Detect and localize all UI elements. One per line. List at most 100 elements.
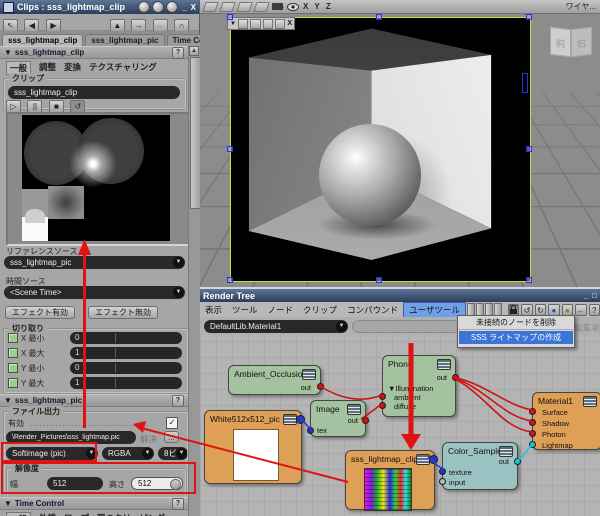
width-field[interactable]: 512: [47, 477, 103, 490]
crop-xmin-slider[interactable]: 0: [70, 332, 182, 344]
effect-enable-button[interactable]: エフェクト有効: [5, 306, 75, 319]
chevron-down-icon[interactable]: ▼: [173, 287, 184, 298]
lock-icon[interactable]: [508, 304, 519, 316]
chevron-down-icon[interactable]: ▼: [176, 448, 187, 459]
material-select[interactable]: DefaultLib.Material1 ▼: [204, 320, 348, 333]
minimize-button[interactable]: _: [182, 3, 186, 12]
shaderball-icon[interactable]: ●: [548, 304, 559, 316]
chevron-down-icon[interactable]: ▼: [142, 448, 153, 459]
close-icon[interactable]: X: [287, 20, 292, 27]
anim-toggle-icon[interactable]: [8, 348, 18, 358]
port-diffuse[interactable]: [379, 402, 386, 409]
menu-tools[interactable]: ツール: [227, 303, 263, 317]
section-time-control-header[interactable]: ▼ Time Control ?: [0, 497, 188, 510]
node-material1[interactable]: Material1 Surface Shadow Photon Lightmap: [532, 392, 600, 450]
node-menu-icon[interactable]: [416, 454, 430, 465]
reference-source-select[interactable]: sss_lightmap_pic ▼: [4, 256, 185, 269]
port-clip-out[interactable]: [429, 455, 438, 464]
recycle-icon[interactable]: [152, 1, 164, 13]
port-out[interactable]: [362, 417, 369, 424]
layout-tab-icon[interactable]: [253, 2, 269, 12]
chevron-down-icon[interactable]: ▼: [336, 321, 347, 332]
menu-compounds[interactable]: コンパウンド: [342, 303, 403, 317]
mini-toolbar-button[interactable]: [238, 19, 248, 29]
subtab-transform[interactable]: 変換: [64, 61, 81, 75]
mini-toolbar-button[interactable]: [250, 19, 260, 29]
anim-toggle-icon[interactable]: [8, 333, 18, 343]
navigation-cube[interactable]: 前 右: [548, 20, 594, 64]
selection-handle[interactable]: [227, 277, 233, 283]
node-menu-icon[interactable]: [302, 369, 316, 380]
node-sss-lightmap-clip[interactable]: sss_lightmap_clip: [345, 450, 435, 510]
crop-ymax-slider[interactable]: 1: [70, 377, 182, 389]
port-tex[interactable]: [307, 427, 314, 434]
port-texture[interactable]: [439, 468, 446, 475]
keyframe-icon[interactable]: [138, 1, 150, 13]
node-ambient-occlusion[interactable]: Ambient_Occlusion out: [228, 365, 321, 395]
node-menu-icon[interactable]: [583, 396, 597, 407]
layout-tab-icon[interactable]: [219, 2, 235, 12]
auto-refresh-icon[interactable]: ↻: [535, 304, 546, 316]
scrollbar[interactable]: ▲: [188, 46, 200, 516]
depth-select[interactable]: 8ビット ▼: [158, 447, 188, 460]
layout-tab-icon[interactable]: [236, 2, 252, 12]
help-icon[interactable]: ?: [589, 304, 600, 316]
xyz-axis-label[interactable]: X Y Z: [303, 2, 333, 11]
minimize-button[interactable]: _: [584, 291, 588, 300]
port-surface[interactable]: [529, 408, 536, 415]
port-shadow[interactable]: [529, 419, 536, 426]
node-menu-icon[interactable]: [437, 359, 451, 370]
refresh-icon[interactable]: ↺: [521, 304, 532, 316]
selection-handle[interactable]: [227, 146, 233, 152]
collapse-icon[interactable]: ▼: [230, 21, 236, 27]
display-mode-menu[interactable]: ワイヤ...: [566, 1, 596, 12]
section-help-button[interactable]: ?: [172, 395, 184, 407]
render-tree-canvas[interactable]: Ambient_Occlusion out White512x512_pic I…: [200, 335, 600, 516]
subtab-clipping[interactable]: 限のクリッピング: [97, 512, 165, 516]
subtab-warp[interactable]: ワープ: [64, 512, 89, 516]
back-arrow-icon[interactable]: ←: [575, 304, 586, 316]
tab-sss-lightmap-clip[interactable]: sss_lightmap_clip: [2, 34, 83, 46]
section-help-button[interactable]: ?: [172, 47, 184, 59]
height-field[interactable]: 512: [131, 477, 183, 490]
port-photon[interactable]: [529, 430, 536, 437]
render-tree-titlebar[interactable]: Render Tree _ □: [200, 289, 600, 302]
port-clip-out[interactable]: [296, 415, 305, 424]
node-menu-icon[interactable]: [283, 414, 297, 425]
tab-sss-lightmap-pic[interactable]: sss_lightmap_pic: [85, 34, 164, 46]
node-phong[interactable]: Phong out ▼Illumination ambient diffuse: [382, 355, 456, 417]
edge-handle[interactable]: [522, 73, 528, 93]
collapse-arrow-icon[interactable]: ▼: [4, 499, 12, 508]
menu-nodes[interactable]: ノード: [263, 303, 299, 317]
close-button[interactable]: X: [191, 3, 196, 12]
node-menu-icon[interactable]: [347, 404, 361, 415]
effect-disable-button[interactable]: エフェクト無効: [88, 306, 158, 319]
anim-toggle-icon[interactable]: [8, 363, 18, 373]
node-menu-icon[interactable]: [499, 446, 513, 457]
camera-icon[interactable]: [272, 3, 283, 10]
port-out[interactable]: [452, 374, 459, 381]
section-help-button[interactable]: ?: [172, 498, 184, 510]
anim-toggle-icon[interactable]: [8, 378, 18, 388]
selection-handle[interactable]: [526, 14, 532, 20]
browse-button[interactable]: ...: [164, 431, 179, 443]
time-source-select[interactable]: <Scene Time> ▼: [4, 286, 185, 299]
chevron-down-icon[interactable]: ▼: [86, 448, 97, 459]
section-clip-header[interactable]: ▼ sss_lightmap_clip ?: [0, 46, 188, 59]
channels-select[interactable]: RGBA ▼: [102, 447, 154, 460]
rendered-image[interactable]: [230, 17, 531, 282]
mini-toolbar-button[interactable]: [263, 19, 273, 29]
chevron-down-icon[interactable]: ▼: [173, 257, 184, 268]
nav-cube-right-face[interactable]: 右: [571, 27, 592, 58]
node-color-sampler[interactable]: Color_Sampler out texture input: [442, 442, 518, 490]
menu-item-delete-unconnected[interactable]: 未接続のノードを削除: [458, 316, 574, 330]
selection-handle[interactable]: [526, 277, 532, 283]
memo-icon[interactable]: ●: [562, 304, 573, 316]
collapse-arrow-icon[interactable]: ▼: [4, 396, 12, 405]
menu-item-create-sss-lightmap[interactable]: SSS ライトマップの作成: [459, 331, 573, 344]
nav-cube-front-face[interactable]: 前: [550, 27, 571, 58]
collapse-arrow-icon[interactable]: ▼: [4, 48, 12, 57]
port-out[interactable]: [514, 458, 521, 465]
port-ambient[interactable]: [379, 393, 386, 400]
selection-handle[interactable]: [376, 14, 382, 20]
